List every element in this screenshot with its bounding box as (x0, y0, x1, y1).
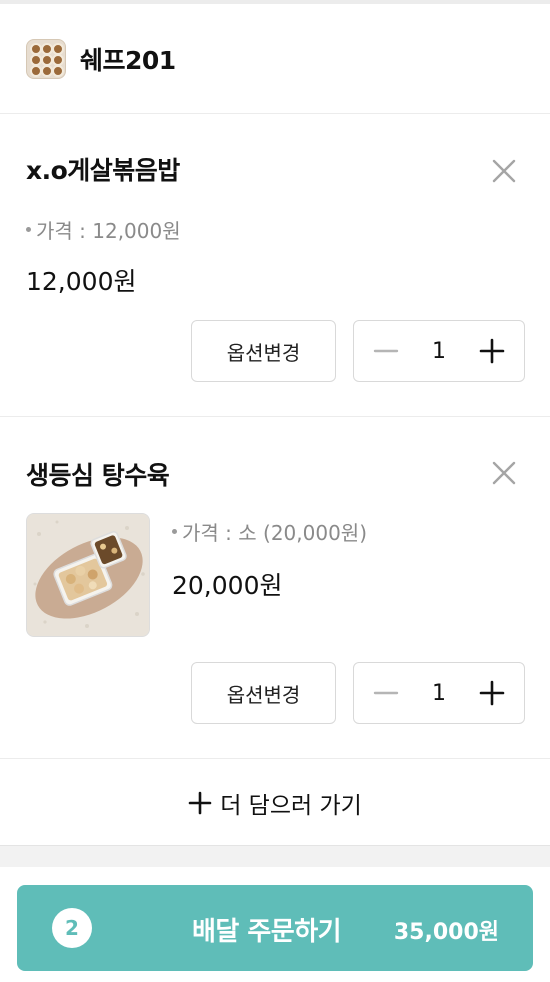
cart-count-badge: 2 (52, 908, 92, 948)
plus-icon (188, 791, 212, 814)
close-icon (492, 159, 516, 183)
item-image (26, 513, 150, 637)
item-name: 생등심 탕수육 (26, 461, 170, 490)
item-option: 가격 : 12,000원 (26, 215, 181, 244)
order-total-price: 35,000원 (393, 920, 499, 945)
store-logo (26, 38, 66, 79)
decrease-quantity-button[interactable] (372, 679, 400, 707)
increase-quantity-button[interactable] (478, 337, 506, 365)
close-icon (492, 461, 516, 485)
item-option-text: 가격 : 소 (20,000원) (182, 521, 367, 545)
option-change-button[interactable]: 옵션변경 (191, 320, 336, 382)
bullet-icon (172, 529, 177, 534)
order-button-label: 배달 주문하기 (192, 917, 342, 947)
store-name: 쉐프201 (80, 45, 176, 75)
quantity-value: 1 (432, 680, 446, 706)
quantity-value: 1 (432, 338, 446, 364)
option-change-button[interactable]: 옵션변경 (191, 662, 336, 724)
quantity-stepper: 1 (353, 320, 525, 382)
plus-icon (479, 680, 505, 706)
plus-icon (479, 338, 505, 364)
add-more-label: 더 담으러 가기 (220, 792, 362, 819)
section-spacer (0, 845, 550, 867)
decrease-quantity-button[interactable] (372, 337, 400, 365)
cart-item: x.o게살볶음밥 가격 : 12,000원 12,000원 옵션변경 1 (0, 115, 550, 417)
delivery-order-button[interactable]: 2 배달 주문하기 35,000원 (17, 885, 533, 971)
quantity-stepper: 1 (353, 662, 525, 724)
remove-item-button[interactable] (490, 459, 518, 487)
item-name: x.o게살볶음밥 (26, 156, 180, 185)
item-option: 가격 : 소 (20,000원) (172, 517, 367, 546)
bullet-icon (26, 227, 31, 232)
add-more-button[interactable]: 더 담으러 가기 (0, 760, 550, 845)
increase-quantity-button[interactable] (478, 679, 506, 707)
remove-item-button[interactable] (490, 157, 518, 185)
item-price: 20,000원 (172, 571, 283, 600)
minus-icon (373, 691, 399, 695)
item-option-text: 가격 : 12,000원 (36, 219, 181, 243)
minus-icon (373, 349, 399, 353)
cart-item: 생등심 탕수육 가격: 소 (20,000원) 20,000원 옵션변경 1 (0, 418, 550, 759)
store-header: 쉐프201 (0, 4, 550, 114)
item-price: 12,000원 (26, 267, 137, 296)
